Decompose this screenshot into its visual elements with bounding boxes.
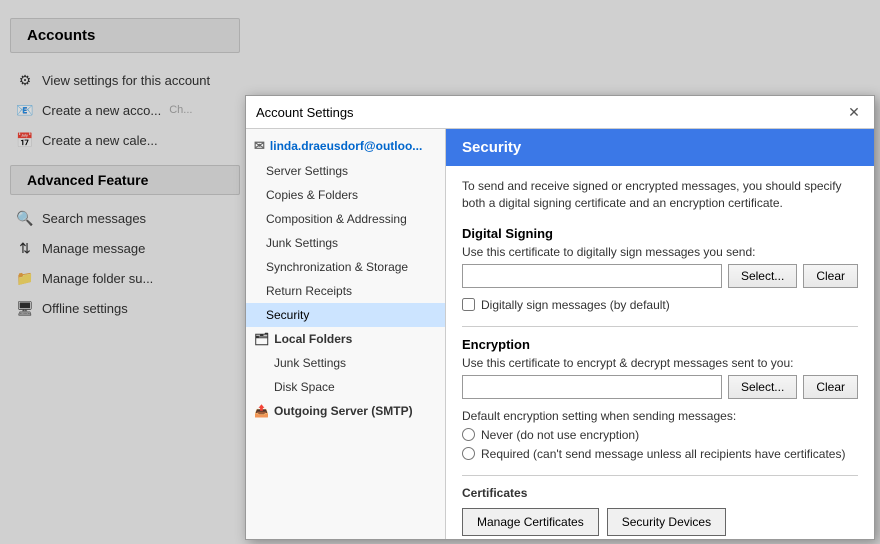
dialog-titlebar: Account Settings ✕ bbox=[246, 96, 874, 129]
security-devices-button[interactable]: Security Devices bbox=[607, 508, 726, 536]
radio-required-row: Required (can't send message unless all … bbox=[462, 447, 858, 461]
digital-signing-title: Digital Signing bbox=[462, 226, 858, 241]
account-settings-dialog: Account Settings ✕ ✉ linda.draeusdorf@ou… bbox=[245, 95, 875, 540]
close-button[interactable]: ✕ bbox=[844, 102, 864, 122]
digital-signing-checkbox-label: Digitally sign messages (by default) bbox=[481, 298, 670, 312]
nav-local-folders[interactable]: 🗂 Local Folders bbox=[246, 327, 445, 351]
dialog-nav: ✉ linda.draeusdorf@outloo... Server Sett… bbox=[246, 129, 446, 539]
manage-certificates-button[interactable]: Manage Certificates bbox=[462, 508, 599, 536]
nav-item-junk[interactable]: Junk Settings bbox=[246, 231, 445, 255]
nav-item-local-junk[interactable]: Junk Settings bbox=[246, 351, 445, 375]
digital-signing-input[interactable] bbox=[462, 264, 722, 288]
content-description: To send and receive signed or encrypted … bbox=[462, 178, 858, 212]
nav-item-sync-storage[interactable]: Synchronization & Storage bbox=[246, 255, 445, 279]
nav-item-copies-folders[interactable]: Copies & Folders bbox=[246, 183, 445, 207]
main-panel: Accounts ⚙ View settings for this accoun… bbox=[0, 0, 880, 544]
nav-item-security[interactable]: Security bbox=[246, 303, 445, 327]
certificates-buttons: Manage Certificates Security Devices bbox=[462, 508, 858, 536]
encryption-clear-button[interactable]: Clear bbox=[803, 375, 858, 399]
nav-item-disk-space[interactable]: Disk Space bbox=[246, 375, 445, 399]
divider bbox=[462, 326, 858, 327]
encryption-input[interactable] bbox=[462, 375, 722, 399]
nav-item-server-settings[interactable]: Server Settings bbox=[246, 159, 445, 183]
encryption-select-button[interactable]: Select... bbox=[728, 375, 797, 399]
digital-signing-label: Use this certificate to digitally sign m… bbox=[462, 245, 858, 259]
nav-account-email: linda.draeusdorf@outloo... bbox=[270, 139, 422, 153]
email-icon: ✉ bbox=[254, 138, 265, 154]
encryption-title: Encryption bbox=[462, 337, 858, 352]
dialog-title: Account Settings bbox=[256, 105, 354, 120]
digital-signing-clear-button[interactable]: Clear bbox=[803, 264, 858, 288]
nav-item-composition[interactable]: Composition & Addressing bbox=[246, 207, 445, 231]
divider2 bbox=[462, 475, 858, 476]
local-folder-icon: 🗂 bbox=[254, 332, 269, 346]
digital-signing-checkbox[interactable] bbox=[462, 298, 475, 311]
encryption-radio-group: Never (do not use encryption) Required (… bbox=[462, 428, 858, 461]
encryption-cert-row: Select... Clear bbox=[462, 375, 858, 399]
dialog-body: ✉ linda.draeusdorf@outloo... Server Sett… bbox=[246, 129, 874, 539]
encryption-default-label: Default encryption setting when sending … bbox=[462, 409, 858, 423]
nav-item-return-receipts[interactable]: Return Receipts bbox=[246, 279, 445, 303]
content-body: To send and receive signed or encrypted … bbox=[446, 166, 874, 539]
certificates-title: Certificates bbox=[462, 486, 858, 500]
radio-never[interactable] bbox=[462, 428, 475, 441]
encryption-label: Use this certificate to encrypt & decryp… bbox=[462, 356, 858, 370]
radio-never-label: Never (do not use encryption) bbox=[481, 428, 639, 442]
digital-signing-select-button[interactable]: Select... bbox=[728, 264, 797, 288]
digital-signing-cert-row: Select... Clear bbox=[462, 264, 858, 288]
content-header: Security bbox=[446, 129, 874, 166]
nav-outgoing-server[interactable]: 📤 Outgoing Server (SMTP) bbox=[246, 399, 445, 423]
nav-account-item[interactable]: ✉ linda.draeusdorf@outloo... bbox=[246, 133, 445, 159]
radio-never-row: Never (do not use encryption) bbox=[462, 428, 858, 442]
radio-required[interactable] bbox=[462, 447, 475, 460]
smtp-icon: 📤 bbox=[254, 404, 269, 418]
digital-signing-checkbox-row: Digitally sign messages (by default) bbox=[462, 298, 858, 312]
dialog-content: Security To send and receive signed or e… bbox=[446, 129, 874, 539]
radio-required-label: Required (can't send message unless all … bbox=[481, 447, 845, 461]
